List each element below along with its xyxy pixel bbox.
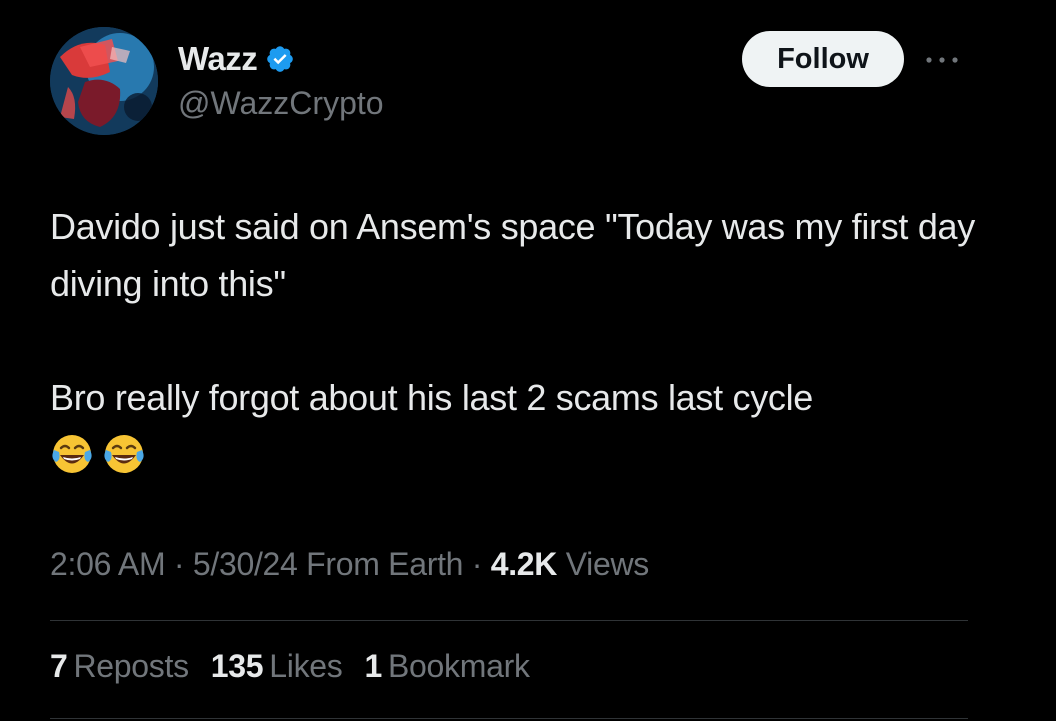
more-options-icon[interactable] [922,48,962,72]
tweet-paragraph: Davido just said on Ansem's space "Today… [50,206,975,304]
follow-button[interactable]: Follow [742,31,904,87]
likes-stat[interactable]: 135 Likes [211,648,343,685]
emoji-row [50,432,980,476]
bookmarks-count: 1 [364,648,383,684]
display-name-text: Wazz [178,40,258,77]
meta-separator: · [173,546,185,582]
tweet-time[interactable]: 2:06 AM [50,546,166,582]
bookmarks-label: Bookmark [388,648,530,684]
tears-of-joy-emoji-icon [102,432,146,476]
verified-badge-icon [265,44,295,74]
avatar-image [50,27,158,135]
views-label: Views [565,546,650,582]
tweet-source: From Earth [306,546,464,582]
reposts-stat[interactable]: 7 Reposts [50,648,189,685]
user-handle[interactable]: @WazzCrypto [178,85,384,122]
divider [50,620,968,621]
views-count: 4.2K [490,546,558,582]
tweet-card: Wazz @WazzCrypto Follow Davido just said… [0,0,1056,721]
engagement-stats: 7 Reposts 135 Likes 1 Bookmark [50,648,530,685]
bookmarks-stat[interactable]: 1 Bookmark [365,648,530,685]
meta-separator: · [471,546,483,582]
divider [50,718,968,719]
tweet-meta: 2:06 AM · 5/30/24 From Earth · 4.2K View… [50,546,649,583]
tweet-paragraph: Bro really forgot about his last 2 scams… [50,377,814,418]
likes-label: Likes [269,648,343,684]
reposts-label: Reposts [73,648,190,684]
tears-of-joy-emoji-icon [50,432,94,476]
likes-count: 135 [210,648,264,684]
display-name[interactable]: Wazz [178,40,295,78]
avatar[interactable] [50,27,158,135]
tweet-date[interactable]: 5/30/24 [193,546,298,582]
reposts-count: 7 [50,648,68,684]
tweet-text: Davido just said on Ansem's space "Today… [50,198,980,476]
